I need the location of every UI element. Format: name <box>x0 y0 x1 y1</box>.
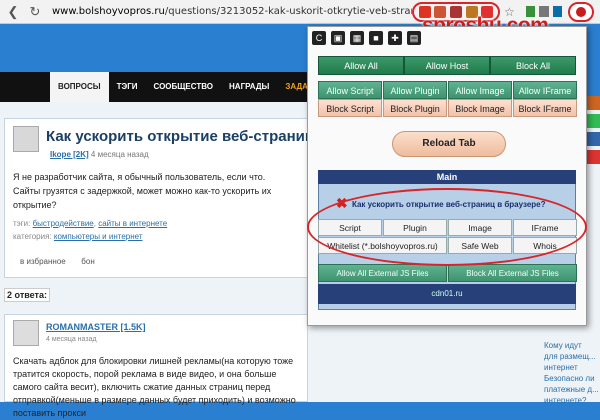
url-path: /questions/3213052-kak-uskorit-otkrytie-… <box>164 6 412 17</box>
option-icon[interactable]: ■ <box>369 31 383 45</box>
highlight-ellipse <box>307 188 587 266</box>
back-icon[interactable]: ❮ <box>4 3 22 21</box>
option-icon[interactable]: ✚ <box>388 31 402 45</box>
question-text-line: Сайты грузятся с задержкой, может можно … <box>13 186 272 210</box>
bonus-link[interactable]: бон <box>81 257 94 266</box>
allow-image-button[interactable]: Allow Image <box>448 81 512 99</box>
category-label: категория: <box>13 232 52 241</box>
question-text-line: Я не разработчик сайта, я обычный пользо… <box>13 172 266 182</box>
share-icon[interactable] <box>586 132 600 146</box>
block-plugin-button[interactable]: Block Plugin <box>383 99 447 117</box>
related-link[interactable]: интернете? <box>544 395 600 406</box>
nav-questions[interactable]: ВОПРОСЫ <box>50 72 109 102</box>
question-author: Ikope [2K] 4 месяца назад <box>50 150 250 162</box>
block-all-button[interactable]: Block All <box>490 56 576 75</box>
share-icon[interactable] <box>586 150 600 164</box>
category-link[interactable]: компьютеры и интернет <box>54 232 143 241</box>
avatar[interactable] <box>13 320 39 346</box>
allow-all-button[interactable]: Allow All <box>318 56 404 75</box>
favorite-link[interactable]: в избранное <box>20 257 66 266</box>
main-panel-header: Main <box>318 170 576 184</box>
share-icon[interactable] <box>586 96 600 110</box>
site-nav: ВОПРОСЫ ТЭГИ СООБЩЕСТВО НАГРАДЫ ЗАДА <box>0 72 310 102</box>
question-age: 4 месяца назад <box>90 150 149 159</box>
answer-age: 4 месяца назад <box>46 336 97 343</box>
address-bar[interactable]: www.bolshoyvopros.ru/questions/3213052-k… <box>52 3 412 21</box>
related-questions: Кому идут для размещ... интернет Безопас… <box>544 340 600 405</box>
related-link[interactable]: Безопасно ли <box>544 373 600 384</box>
block-iframe-button[interactable]: Block IFrame <box>513 99 577 117</box>
question-text: Я не разработчик сайта, я обычный пользо… <box>13 170 307 210</box>
allow-all-external-js-button[interactable]: Allow All External JS Files <box>318 264 447 282</box>
domain-entry[interactable]: cdn01.ru <box>318 284 576 304</box>
allow-script-button[interactable]: Allow Script <box>318 81 382 99</box>
block-script-button[interactable]: Block Script <box>318 99 382 117</box>
popup-icon-bar: С ▣ ▦ ■ ✚ ▤ <box>312 31 472 47</box>
option-icon[interactable]: ▦ <box>350 31 364 45</box>
allow-iframe-button[interactable]: Allow IFrame <box>513 81 577 99</box>
block-all-external-js-button[interactable]: Block All External JS Files <box>448 264 577 282</box>
related-link[interactable]: для размещ... <box>544 351 600 362</box>
allow-host-button[interactable]: Allow Host <box>404 56 490 75</box>
side-share-icons <box>586 96 600 296</box>
related-link[interactable]: интернет <box>544 362 600 373</box>
block-image-button[interactable]: Block Image <box>448 99 512 117</box>
option-icon[interactable]: ▣ <box>331 31 345 45</box>
share-icon[interactable] <box>586 114 600 128</box>
tag-link[interactable]: сайты в интернете <box>98 219 167 228</box>
avatar[interactable] <box>13 126 39 152</box>
option-icon[interactable]: С <box>312 31 326 45</box>
author-link[interactable]: Ikope [2K] <box>50 150 89 159</box>
question-tags: тэги: быстродействие, сайты в интернете … <box>13 219 168 241</box>
refresh-icon[interactable]: ↻ <box>26 3 44 21</box>
reload-tab-button[interactable]: Reload Tab <box>392 131 506 157</box>
url-domain: www.bolshoyvopros.ru <box>52 6 165 17</box>
tag-link[interactable]: быстродействие <box>33 219 94 228</box>
tags-label: тэги: <box>13 219 31 228</box>
allow-plugin-button[interactable]: Allow Plugin <box>383 81 447 99</box>
nav-tags[interactable]: ТЭГИ <box>109 72 146 102</box>
question-footer: в избранное бон <box>20 257 220 269</box>
nav-awards[interactable]: НАГРАДЫ <box>221 72 277 102</box>
nav-community[interactable]: СООБЩЕСТВО <box>146 72 222 102</box>
answers-count: 2 ответа: <box>4 288 50 302</box>
option-icon[interactable]: ▤ <box>407 31 421 45</box>
related-link[interactable]: Кому идут <box>544 340 600 351</box>
answer-author[interactable]: ROMANMASTER [1.5K] <box>46 322 186 334</box>
related-link[interactable]: платежные д... <box>544 384 600 395</box>
question-title[interactable]: Как ускорить открытие веб-страниц в б <box>46 128 308 148</box>
answer-text: Скачать адблок для блокировки лишней рек… <box>13 356 296 418</box>
